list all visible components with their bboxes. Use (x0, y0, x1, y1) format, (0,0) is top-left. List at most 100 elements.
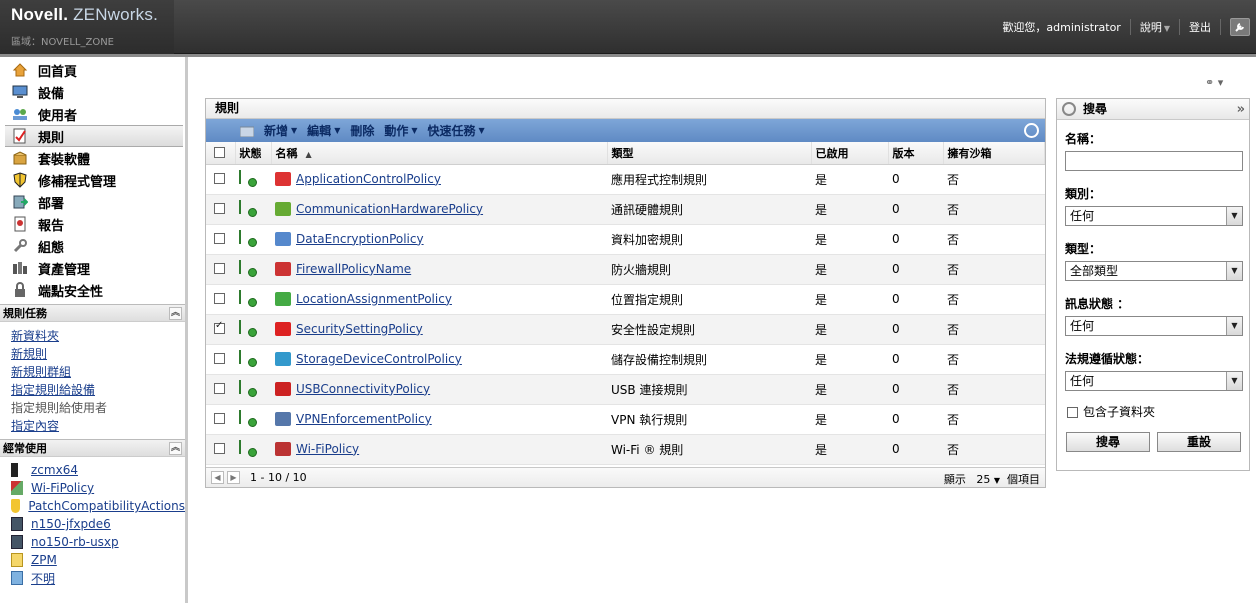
type-select[interactable]: 全部類型 ▼ (1065, 261, 1243, 281)
status-cell (235, 194, 271, 225)
nav-item-deploy[interactable]: 部署 (0, 191, 185, 213)
row-checkbox[interactable] (214, 203, 225, 214)
action-button[interactable]: 動作 ▼ (384, 122, 417, 139)
main-nav: 回首頁 設備 使用者 規則 套裝軟體 修補程式管理 部署 報告 組態 資產管理 … (0, 57, 185, 301)
column-sandbox[interactable]: 擁有沙箱 (943, 142, 1045, 165)
nav-item-policies[interactable]: 規則 (5, 125, 183, 147)
version-cell: 0 (888, 404, 943, 435)
policy-name-link[interactable]: LocationAssignmentPolicy (296, 292, 452, 306)
policy-type-icon (275, 412, 291, 427)
list-item: Wi-FiPolicy (0, 479, 185, 497)
table-row[interactable]: Wi-FiPolicy Wi-Fi ® 規則是 0 否 (206, 434, 1045, 465)
row-checkbox[interactable] (214, 320, 225, 334)
row-checkbox[interactable] (214, 353, 225, 364)
task-assign-policy-to-device[interactable]: 指定規則給設備 (0, 381, 185, 399)
nav-item-users[interactable]: 使用者 (0, 103, 185, 125)
policy-name-link[interactable]: USBConnectivityPolicy (296, 382, 430, 396)
bundle-icon (12, 150, 28, 166)
column-name[interactable]: 名稱 ▲ (271, 142, 608, 165)
recent-link[interactable]: ZPM (31, 553, 57, 567)
status-icon (239, 199, 257, 217)
recent-link[interactable]: n150-jfxpde6 (31, 517, 111, 531)
row-checkbox[interactable] (214, 293, 225, 304)
policy-name-link[interactable]: ApplicationControlPolicy (296, 172, 441, 186)
column-status[interactable]: 狀態 (235, 142, 272, 165)
task-new-policy-group[interactable]: 新規則群組 (0, 363, 185, 381)
status-cell (235, 404, 271, 435)
policy-type-icon (275, 262, 291, 277)
compliance-status-select[interactable]: 任何 ▼ (1065, 371, 1243, 391)
reset-button[interactable]: 重設 (1157, 432, 1241, 452)
nav-item-reports[interactable]: 報告 (0, 213, 185, 235)
row-checkbox[interactable] (214, 383, 225, 394)
delete-button[interactable]: 刪除 (350, 122, 374, 139)
next-page-icon[interactable]: ▶ (227, 471, 240, 484)
table-row[interactable]: USBConnectivityPolicy USB 連接規則是 0 否 (206, 374, 1045, 405)
policy-name-link[interactable]: CommunicationHardwarePolicy (296, 202, 483, 216)
row-checkbox[interactable] (214, 173, 225, 184)
policy-name-link[interactable]: StorageDeviceControlPolicy (296, 352, 462, 366)
nav-item-asset-management[interactable]: 資產管理 (0, 257, 185, 279)
column-version[interactable]: 版本 (888, 142, 944, 165)
previous-page-icon[interactable]: ◀ (211, 471, 224, 484)
recent-link[interactable]: 不明 (31, 570, 55, 587)
recent-link[interactable]: no150-rb-usxp (31, 535, 119, 549)
recent-link[interactable]: zcmx64 (31, 463, 78, 477)
panel-title: 規則 (206, 99, 1045, 119)
edit-button[interactable]: 編輯 ▼ (307, 122, 340, 139)
status-icon (239, 259, 257, 277)
new-button[interactable]: 新增 ▼ (240, 122, 297, 139)
policy-name-link[interactable]: Wi-FiPolicy (296, 442, 359, 456)
column-enabled[interactable]: 已啟用 (811, 142, 889, 165)
policy-name-link[interactable]: FirewallPolicyName (296, 262, 411, 276)
collapse-icon[interactable]: ︽ (169, 306, 182, 320)
logout-link[interactable]: 登出 (1189, 19, 1211, 35)
row-checkbox[interactable] (214, 413, 225, 424)
nav-item-configuration[interactable]: 組態 (0, 235, 185, 257)
table-row[interactable]: ApplicationControlPolicy 應用程式控制規則是 0 否 (206, 164, 1045, 195)
table-row[interactable]: StorageDeviceControlPolicy 儲存設備控制規則是 0 否 (206, 344, 1045, 375)
row-checkbox[interactable] (214, 233, 225, 244)
monitor-icon (11, 535, 23, 549)
recent-link[interactable]: PatchCompatibilityActions (28, 499, 185, 513)
column-type[interactable]: 類型 (607, 142, 812, 165)
include-subfolders-checkbox[interactable] (1067, 407, 1078, 418)
nav-item-home[interactable]: 回首頁 (0, 59, 185, 81)
table-row[interactable]: FirewallPolicyName 防火牆規則是 0 否 (206, 254, 1045, 285)
expand-icon[interactable]: » (1237, 100, 1245, 120)
recent-link[interactable]: Wi-FiPolicy (31, 481, 94, 495)
tools-button[interactable] (1230, 18, 1250, 36)
name-input[interactable] (1065, 151, 1243, 171)
refresh-icon[interactable] (1024, 123, 1039, 138)
page-size-select[interactable]: 25 ▼ (976, 473, 1000, 486)
nav-item-patch[interactable]: 修補程式管理 (0, 169, 185, 191)
table-row[interactable]: LocationAssignmentPolicy 位置指定規則是 0 否 (206, 284, 1045, 315)
category-select[interactable]: 任何 ▼ (1065, 206, 1243, 226)
link-icon[interactable]: ⚭ ▾ (1205, 76, 1223, 89)
collapse-icon[interactable]: ︽ (169, 441, 182, 455)
help-menu[interactable]: 說明 ▼ (1140, 19, 1170, 35)
table-row[interactable]: DataEncryptionPolicy 資料加密規則是 0 否 (206, 224, 1045, 255)
nav-item-endpoint-security[interactable]: 端點安全性 (0, 279, 185, 301)
search-button[interactable]: 搜尋 (1066, 432, 1150, 452)
task-new-policy[interactable]: 新規則 (0, 345, 185, 363)
policy-name-link[interactable]: SecuritySettingPolicy (296, 322, 423, 336)
message-status-select[interactable]: 任何 ▼ (1065, 316, 1243, 336)
select-all-checkbox[interactable] (214, 146, 225, 158)
policy-name-link[interactable]: VPNEnforcementPolicy (296, 412, 432, 426)
row-checkbox[interactable] (214, 263, 225, 274)
quick-tasks-button[interactable]: 快速任務 ▼ (428, 122, 485, 139)
row-checkbox[interactable] (214, 443, 225, 454)
zone-label: 區域：NOVELL_ZONE (11, 37, 114, 48)
task-assign-content[interactable]: 指定內容 (0, 417, 185, 435)
nav-item-devices[interactable]: 設備 (0, 81, 185, 103)
table-row[interactable]: SecuritySettingPolicy 安全性設定規則是0否 (206, 314, 1045, 345)
policy-type-icon (275, 442, 291, 457)
table-row[interactable]: CommunicationHardwarePolicy 通訊硬體規則是 0 否 (206, 194, 1045, 225)
table-row[interactable]: VPNEnforcementPolicy VPN 執行規則是 0 否 (206, 404, 1045, 435)
nav-item-bundles[interactable]: 套裝軟體 (0, 147, 185, 169)
name-label: 名稱： (1065, 132, 1102, 146)
task-new-folder[interactable]: 新資料夾 (0, 327, 185, 345)
policy-name-link[interactable]: DataEncryptionPolicy (296, 232, 424, 246)
name-cell: USBConnectivityPolicy (271, 374, 607, 405)
